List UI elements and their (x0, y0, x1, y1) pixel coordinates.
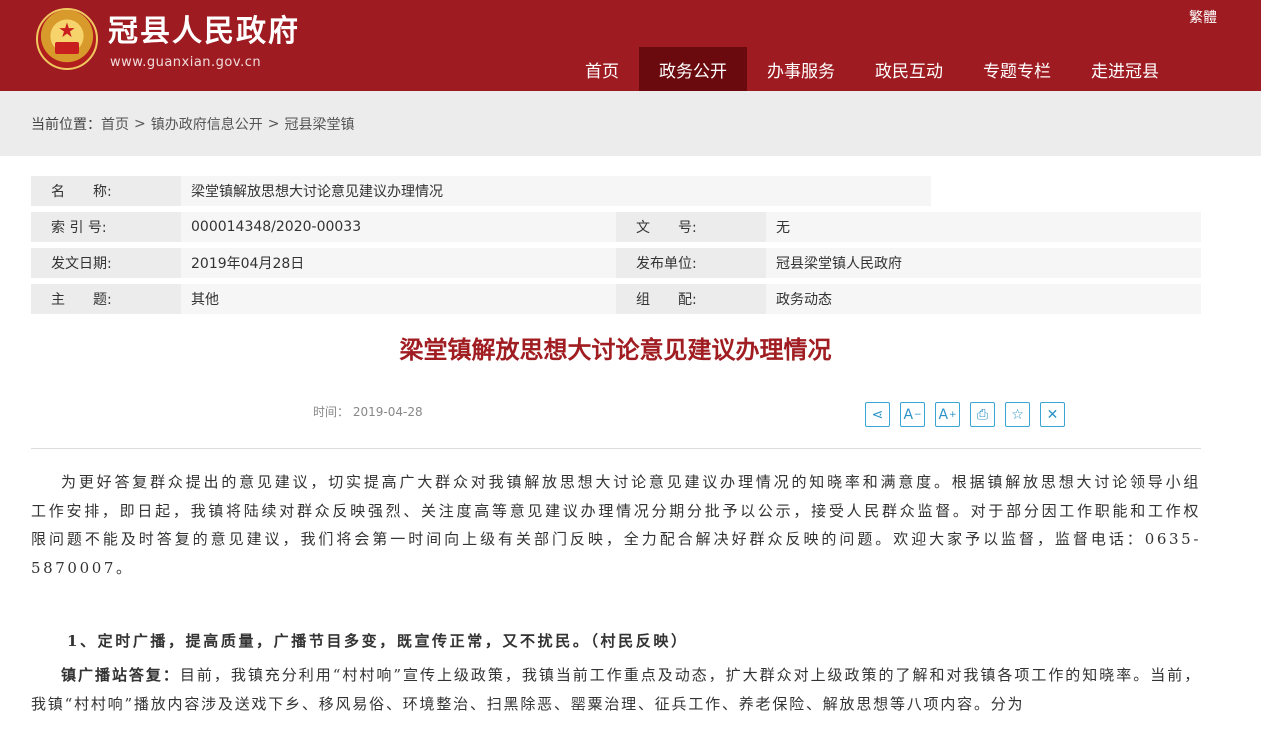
breadcrumb-separator: > (267, 115, 280, 132)
docno-label: 文 号: (616, 212, 766, 242)
date-value: 2019年04月28日 (181, 248, 616, 278)
publisher-value: 冠县梁堂镇人民政府 (766, 248, 1201, 278)
font-decrease-glyph: A (903, 406, 914, 423)
nav-home[interactable]: 首页 (565, 47, 639, 91)
category-label: 组 配: (616, 284, 766, 314)
font-decrease-icon[interactable]: A − (900, 402, 925, 427)
reply-label: 镇广播站答复： (61, 666, 180, 684)
site-header: ★ 冠县人民政府 www.guanxian.gov.cn 繁體 首页 政务公开 … (0, 0, 1261, 91)
font-increase-icon[interactable]: A + (935, 402, 960, 427)
name-label: 名 称: (31, 176, 181, 206)
info-row-index: 索 引 号: 000014348/2020-00033 文 号: 无 (31, 212, 1201, 242)
font-increase-glyph: A (938, 406, 949, 423)
share-icon[interactable]: ⋖ (865, 402, 890, 427)
nav-government-affairs[interactable]: 政务公开 (639, 47, 747, 91)
breadcrumb-separator: > (134, 115, 146, 132)
breadcrumb-town-info[interactable]: 镇办政府信息公开 (151, 114, 263, 134)
index-label: 索 引 号: (31, 212, 181, 242)
national-emblem-logo: ★ (36, 8, 98, 70)
close-icon[interactable]: ✕ (1040, 402, 1065, 427)
nav-services[interactable]: 办事服务 (747, 47, 855, 91)
intro-paragraph: 为更好答复群众提出的意见建议，切实提高广大群众对我镇解放思想大讨论意见建议办理情… (31, 473, 1201, 577)
article-title: 梁堂镇解放思想大讨论意见建议办理情况 (399, 336, 832, 364)
print-icon[interactable]: ⎙ (970, 402, 995, 427)
divider (31, 448, 1201, 449)
name-value: 梁堂镇解放思想大讨论意见建议办理情况 (181, 176, 931, 206)
index-value: 000014348/2020-00033 (181, 212, 616, 242)
topic-value: 其他 (181, 284, 616, 314)
traditional-chinese-link[interactable]: 繁體 (1189, 7, 1217, 27)
nav-about-county[interactable]: 走进冠县 (1071, 47, 1179, 91)
info-row-name: 名 称: 梁堂镇解放思想大讨论意见建议办理情况 (31, 176, 1201, 206)
info-row-topic: 主 题: 其他 组 配: 政务动态 (31, 284, 1201, 314)
item-1-heading: 1、定时广播，提高质量，广播节目多变，既宣传正常，又不扰民。（村民反映） (67, 632, 689, 650)
article-body: 为更好答复群众提出的意见建议，切实提高广大群众对我镇解放思想大讨论意见建议办理情… (31, 468, 1201, 718)
article-toolbar: ⋖ A − A + ⎙ ☆ ✕ (865, 402, 1065, 427)
breadcrumb-prefix: 当前位置： (31, 116, 101, 133)
favorite-icon[interactable]: ☆ (1005, 402, 1030, 427)
item-1-reply: 镇广播站答复：目前，我镇充分利用“村村响”宣传上级政策，我镇当前工作重点及动态，… (31, 661, 1201, 718)
time-value: 2019-04-28 (352, 405, 423, 419)
docno-value: 无 (766, 212, 1201, 242)
category-value: 政务动态 (766, 284, 1201, 314)
site-title[interactable]: 冠县人民政府 (108, 14, 300, 50)
time-label: 时间： (313, 405, 350, 419)
breadcrumb: 当前位置： 首页 > 镇办政府信息公开 > 冠县梁堂镇 (0, 91, 1261, 156)
date-label: 发文日期: (31, 248, 181, 278)
article-meta: 时间： 2019-04-28 (313, 403, 423, 420)
reply-text: 目前，我镇充分利用“村村响”宣传上级政策，我镇当前工作重点及动态，扩大群众对上级… (31, 666, 1201, 713)
nav-special-topics[interactable]: 专题专栏 (963, 47, 1071, 91)
publisher-label: 发布单位: (616, 248, 766, 278)
topic-label: 主 题: (31, 284, 181, 314)
breadcrumb-liangtang[interactable]: 冠县梁堂镇 (284, 114, 354, 134)
document-info-table: 名 称: 梁堂镇解放思想大讨论意见建议办理情况 索 引 号: 000014348… (31, 176, 1201, 320)
site-url: www.guanxian.gov.cn (110, 55, 262, 70)
info-row-date: 发文日期: 2019年04月28日 发布单位: 冠县梁堂镇人民政府 (31, 248, 1201, 278)
main-nav: 首页 政务公开 办事服务 政民互动 专题专栏 走进冠县 (565, 47, 1179, 91)
breadcrumb-home[interactable]: 首页 (101, 114, 129, 134)
nav-interaction[interactable]: 政民互动 (855, 47, 963, 91)
